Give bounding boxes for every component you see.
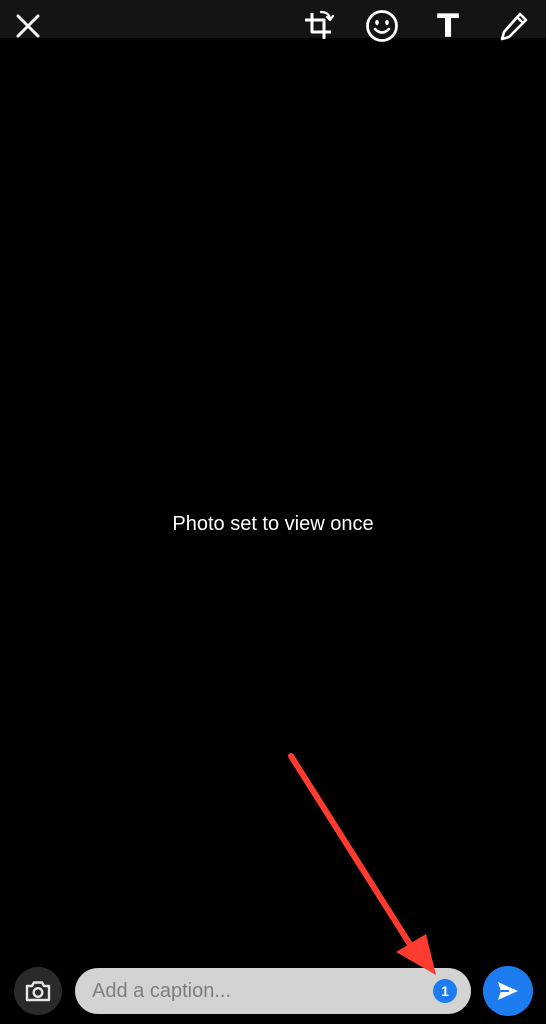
caption-input[interactable] [90,970,424,1012]
view-once-message: Photo set to view once [172,513,374,535]
close-button[interactable] [10,8,46,44]
send-icon [498,982,518,1000]
pencil-icon [500,12,528,41]
view-once-badge[interactable]: 1 [433,979,457,1003]
crop-rotate-button[interactable] [298,6,338,46]
camera-button[interactable] [14,967,62,1015]
emoji-icon [366,10,398,42]
crop-rotate-icon [305,10,335,39]
emoji-button[interactable] [362,6,402,46]
camera-icon [25,981,51,1002]
text-tool-button[interactable]: T [428,6,468,46]
close-icon [16,14,40,38]
compose-bar: 1 [0,960,546,1024]
send-button[interactable] [483,966,533,1016]
caption-field[interactable]: 1 [75,968,471,1014]
photo-editor-screen: T Photo set to view once 1 [0,0,546,1024]
draw-button[interactable] [494,6,534,46]
text-icon: T [437,7,459,45]
